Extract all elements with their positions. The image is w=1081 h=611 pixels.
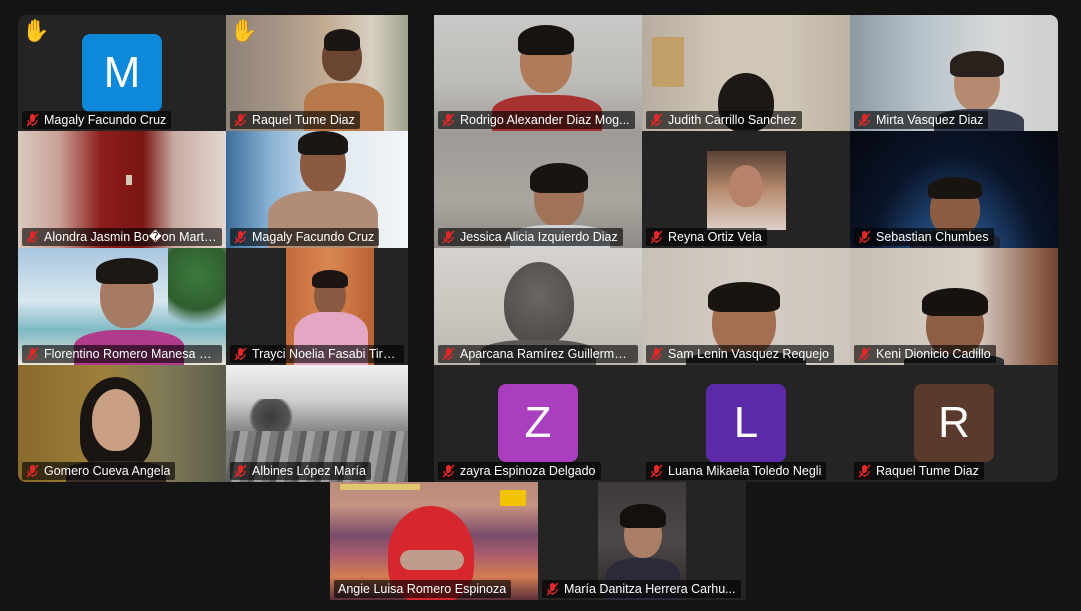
muted-microphone-icon — [26, 347, 39, 361]
participant-tile[interactable]: Gomero Cueva Angela — [18, 365, 226, 482]
nameplate: Magaly Facundo Cruz — [230, 228, 380, 246]
participant-name: Keni Dionicio Cadillo — [876, 347, 991, 361]
participant-tile[interactable]: Trayci Noelia Fasabi Tirado — [226, 248, 408, 365]
participant-name: zayra Espinoza Delgado — [460, 464, 596, 478]
nameplate: Albines López María — [230, 462, 371, 480]
nameplate: Judith Carrillo Sanchez — [646, 111, 802, 129]
participant-tile[interactable]: L Luana Mikaela Toledo Negli — [642, 365, 850, 482]
participant-tile[interactable]: Mirta Vasquez Diaz — [850, 15, 1058, 131]
participant-name: Albines López María — [252, 464, 366, 478]
muted-microphone-icon — [234, 230, 247, 244]
participant-tile[interactable]: R Raquel Tume Diaz — [850, 365, 1058, 482]
participant-tile[interactable]: Aparcana Ramírez Guillermo ... — [434, 248, 642, 365]
participant-tile[interactable]: Reyna Ortiz Vela — [642, 131, 850, 248]
nameplate: Luana Mikaela Toledo Negli — [646, 462, 827, 480]
muted-microphone-icon — [858, 113, 871, 127]
raised-hand-icon: ✋ — [22, 18, 50, 43]
participant-tile[interactable]: Florentino Romero Manesa Luli — [18, 248, 226, 365]
avatar: M — [82, 34, 162, 112]
muted-microphone-icon — [858, 464, 871, 478]
muted-microphone-icon — [234, 347, 247, 361]
participant-tile[interactable]: Albines López María — [226, 365, 408, 482]
nameplate: zayra Espinoza Delgado — [438, 462, 601, 480]
participant-name: Raquel Tume Diaz — [876, 464, 979, 478]
participant-tile[interactable]: ✋ Raquel Tume Diaz — [226, 15, 408, 131]
muted-microphone-icon — [442, 230, 455, 244]
participant-name: Trayci Noelia Fasabi Tirado — [252, 347, 399, 361]
participant-tile[interactable]: Z zayra Espinoza Delgado — [434, 365, 642, 482]
participant-name: Raquel Tume Diaz — [252, 113, 355, 127]
muted-microphone-icon — [858, 230, 871, 244]
participant-tile[interactable]: Judith Carrillo Sanchez — [642, 15, 850, 131]
participant-tile[interactable]: Alondra Jasmin Bo�on Marti... — [18, 131, 226, 248]
muted-microphone-icon — [650, 230, 663, 244]
avatar: R — [914, 384, 994, 462]
participant-name: Sam Lenin Vasquez Requejo — [668, 347, 829, 361]
nameplate: Mirta Vasquez Diaz — [854, 111, 989, 129]
nameplate: Raquel Tume Diaz — [854, 462, 984, 480]
muted-microphone-icon — [234, 464, 247, 478]
participant-name: Aparcana Ramírez Guillermo ... — [460, 347, 633, 361]
participant-tile[interactable]: M ✋ Magaly Facundo Cruz — [18, 15, 226, 131]
muted-microphone-icon — [442, 347, 455, 361]
nameplate: Jessica Alicia Izquierdo Diaz — [438, 228, 623, 246]
participant-name: Angie Luisa Romero Espinoza — [338, 582, 507, 596]
participant-tile[interactable]: María Danitza Herrera Carhu... — [538, 482, 746, 600]
participant-name: Magaly Facundo Cruz — [44, 113, 167, 127]
nameplate: Sam Lenin Vasquez Requejo — [646, 345, 834, 363]
nameplate: Trayci Noelia Fasabi Tirado — [230, 345, 404, 363]
nameplate: Angie Luisa Romero Espinoza — [334, 580, 512, 598]
participant-name: Alondra Jasmin Bo�on Marti... — [44, 230, 217, 244]
participant-name: Mirta Vasquez Diaz — [876, 113, 984, 127]
participant-name: Florentino Romero Manesa Luli — [44, 347, 217, 361]
muted-microphone-icon — [26, 464, 39, 478]
participant-tile-active-speaker[interactable]: Angie Luisa Romero Espinoza — [330, 482, 538, 600]
raised-hand-icon: ✋ — [230, 18, 258, 43]
participant-tile[interactable]: Sam Lenin Vasquez Requejo — [642, 248, 850, 365]
participant-name: Magaly Facundo Cruz — [252, 230, 375, 244]
nameplate: Aparcana Ramírez Guillermo ... — [438, 345, 638, 363]
nameplate: Reyna Ortiz Vela — [646, 228, 767, 246]
participant-name: Luana Mikaela Toledo Negli — [668, 464, 822, 478]
muted-microphone-icon — [442, 464, 455, 478]
nameplate: Alondra Jasmin Bo�on Marti... — [22, 228, 222, 246]
nameplate: Gomero Cueva Angela — [22, 462, 176, 480]
participant-name: Reyna Ortiz Vela — [668, 230, 762, 244]
nameplate: María Danitza Herrera Carhu... — [542, 580, 741, 598]
participant-name: Gomero Cueva Angela — [44, 464, 171, 478]
nameplate: Rodrigo Alexander Diaz Mog... — [438, 111, 635, 129]
participant-name: Sebastian Chumbes — [876, 230, 989, 244]
muted-microphone-icon — [650, 347, 663, 361]
nameplate: Keni Dionicio Cadillo — [854, 345, 996, 363]
muted-microphone-icon — [650, 464, 663, 478]
participant-tile[interactable]: Jessica Alicia Izquierdo Diaz — [434, 131, 642, 248]
muted-microphone-icon — [234, 113, 247, 127]
participant-tile[interactable]: Rodrigo Alexander Diaz Mog... — [434, 15, 642, 131]
participant-name: Rodrigo Alexander Diaz Mog... — [460, 113, 630, 127]
participant-tile[interactable]: Keni Dionicio Cadillo — [850, 248, 1058, 365]
muted-microphone-icon — [546, 582, 559, 596]
participant-name: Judith Carrillo Sanchez — [668, 113, 797, 127]
muted-microphone-icon — [26, 230, 39, 244]
muted-microphone-icon — [26, 113, 39, 127]
muted-microphone-icon — [858, 347, 871, 361]
participant-name: María Danitza Herrera Carhu... — [564, 582, 736, 596]
nameplate: Magaly Facundo Cruz — [22, 111, 172, 129]
participant-tile[interactable]: Sebastian Chumbes — [850, 131, 1058, 248]
avatar: L — [706, 384, 786, 462]
avatar: Z — [498, 384, 578, 462]
participant-tile[interactable]: Magaly Facundo Cruz — [226, 131, 408, 248]
nameplate: Florentino Romero Manesa Luli — [22, 345, 222, 363]
participant-name: Jessica Alicia Izquierdo Diaz — [460, 230, 618, 244]
muted-microphone-icon — [442, 113, 455, 127]
muted-microphone-icon — [650, 113, 663, 127]
nameplate: Raquel Tume Diaz — [230, 111, 360, 129]
nameplate: Sebastian Chumbes — [854, 228, 994, 246]
